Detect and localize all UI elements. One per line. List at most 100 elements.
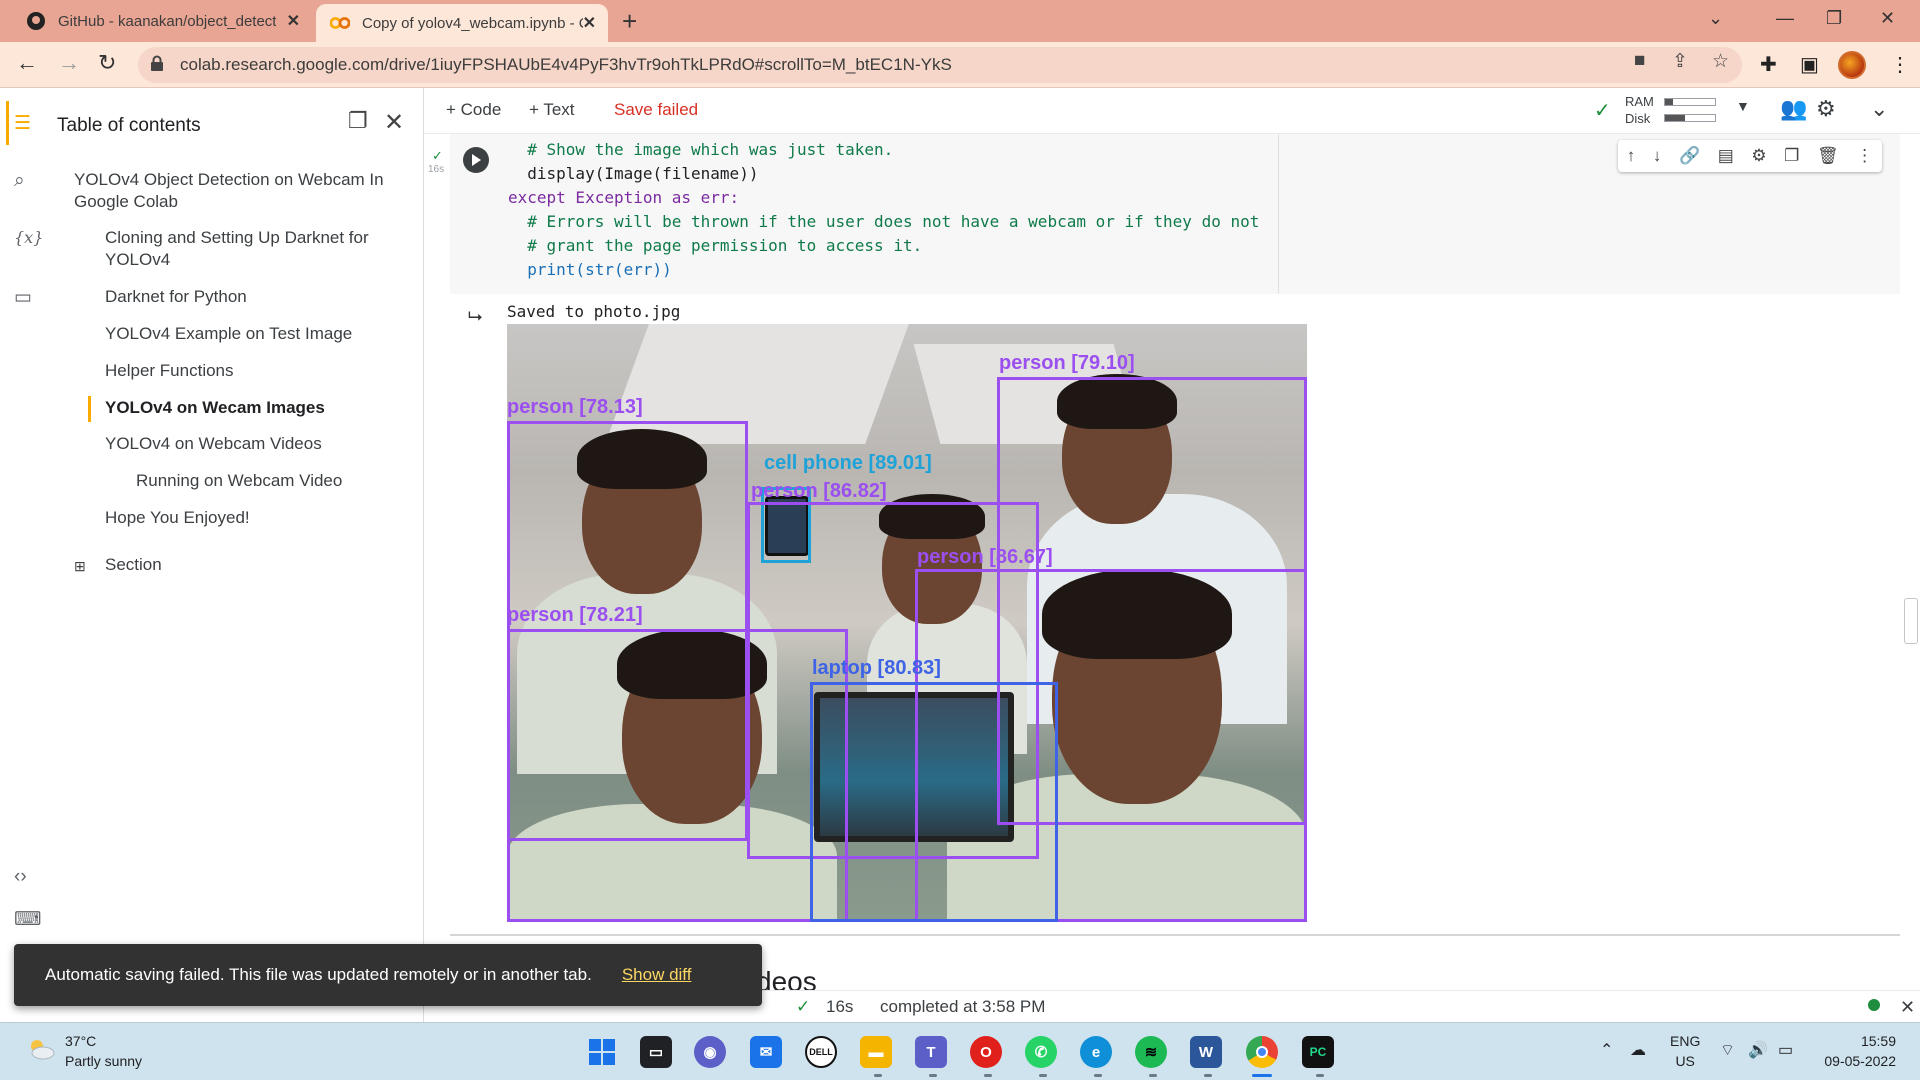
clock-date: 09-05-2022 bbox=[1824, 1053, 1896, 1069]
weather-desc[interactable]: Partly sunny bbox=[65, 1053, 142, 1069]
ram-bar bbox=[1664, 98, 1716, 106]
share-icon[interactable]: ⇪ bbox=[1672, 50, 1688, 73]
close-icon[interactable]: ✕ bbox=[583, 13, 596, 33]
new-tab-icon[interactable]: + bbox=[622, 6, 637, 37]
file-explorer-icon[interactable]: ▬ bbox=[860, 1036, 892, 1068]
extensions-icon[interactable]: ✚ bbox=[1760, 52, 1777, 77]
detection-label: person [86.82] bbox=[751, 480, 887, 502]
spotify-icon[interactable]: ≋ bbox=[1135, 1036, 1167, 1068]
mirror-cell-icon[interactable]: ❐ bbox=[1784, 146, 1799, 166]
add-section-icon[interactable]: ⊞ bbox=[74, 555, 86, 577]
toc-item[interactable]: Helper Functions bbox=[105, 360, 234, 382]
show-diff-link[interactable]: Show diff bbox=[622, 965, 692, 985]
connected-check-icon: ✓ bbox=[1594, 100, 1611, 122]
forward-icon[interactable]: → bbox=[58, 50, 80, 76]
add-text-button[interactable]: + Text bbox=[529, 100, 575, 120]
word-icon[interactable]: W bbox=[1190, 1036, 1222, 1068]
save-status[interactable]: Save failed bbox=[614, 100, 698, 120]
tab-github[interactable]: GitHub - kaanakan/object_detect ✕ bbox=[12, 0, 312, 42]
side-panel-icon[interactable]: ▣ bbox=[1800, 52, 1819, 77]
windows-start-icon[interactable] bbox=[586, 1036, 618, 1068]
toc-item-active[interactable]: YOLOv4 on Wecam Images bbox=[105, 397, 325, 419]
settings-gear-icon[interactable]: ⚙ bbox=[1816, 96, 1836, 122]
toc-item[interactable]: YOLOv4 Example on Test Image bbox=[105, 323, 352, 345]
running-indicator bbox=[1149, 1074, 1157, 1077]
toc-item[interactable]: Cloning and Setting Up Darknet for YOLOv… bbox=[105, 227, 395, 271]
scrollbar-thumb[interactable] bbox=[1904, 598, 1918, 644]
dell-icon[interactable]: DELL bbox=[805, 1036, 837, 1068]
link-icon[interactable]: 🔗 bbox=[1679, 146, 1700, 166]
move-up-icon[interactable]: ↑ bbox=[1627, 146, 1636, 166]
detection-image: person [79.10] person [78.13] cell phone… bbox=[507, 324, 1307, 922]
detection-label: person [86.67] bbox=[917, 546, 1053, 568]
tab-colab[interactable]: Copy of yolov4_webcam.ipynb - C ✕ bbox=[316, 4, 608, 42]
collapse-header-icon[interactable]: ⌄ bbox=[1870, 96, 1888, 122]
toc-active-indicator bbox=[88, 396, 91, 422]
task-view-icon[interactable]: ▭ bbox=[640, 1036, 672, 1068]
browser-menu-icon[interactable]: ⋮ bbox=[1890, 52, 1910, 77]
clock[interactable]: 15:59 09-05-2022 bbox=[1816, 1031, 1896, 1071]
delete-icon[interactable]: 🗑 bbox=[1817, 146, 1839, 166]
onedrive-icon[interactable]: ☁ bbox=[1630, 1040, 1646, 1060]
toc-section-button[interactable]: Section bbox=[105, 554, 162, 576]
share-people-icon[interactable]: 👥 bbox=[1780, 96, 1807, 122]
weather-temp[interactable]: 37°C bbox=[65, 1033, 96, 1049]
close-icon[interactable]: ✕ bbox=[384, 108, 404, 137]
toc-item[interactable]: YOLOv4 on Webcam Videos bbox=[105, 433, 322, 455]
search-icon[interactable]: ⌕ bbox=[14, 170, 25, 192]
ram-label: RAM bbox=[1625, 94, 1654, 109]
chrome-icon[interactable] bbox=[1246, 1036, 1278, 1068]
status-text[interactable]: completed at 3:58 PM bbox=[880, 997, 1045, 1017]
teams-icon[interactable]: T bbox=[915, 1036, 947, 1068]
toc-item[interactable]: Running on Webcam Video bbox=[136, 470, 342, 492]
open-in-tab-icon[interactable]: ❐ bbox=[348, 108, 368, 134]
battery-icon[interactable]: ▭ bbox=[1778, 1040, 1793, 1060]
edge-icon[interactable]: e bbox=[1080, 1036, 1112, 1068]
tab-search-icon[interactable]: ⌄ bbox=[1708, 8, 1723, 29]
notebook-toolbar: + Code + Text Save failed ✓ RAM Disk ▼ 👥… bbox=[424, 88, 1920, 134]
profile-avatar[interactable] bbox=[1838, 51, 1866, 79]
run-cell-button[interactable] bbox=[463, 147, 489, 173]
bookmark-star-icon[interactable]: ☆ bbox=[1712, 50, 1729, 73]
code-snippets-icon[interactable]: ‹› bbox=[14, 866, 27, 888]
tray-overflow-icon[interactable]: ⌃ bbox=[1600, 1040, 1613, 1060]
output-icon[interactable]: ⮡ bbox=[468, 306, 482, 327]
comment-icon[interactable]: ▤ bbox=[1718, 146, 1734, 166]
toc-icon[interactable]: ☰ bbox=[14, 112, 31, 135]
add-code-button[interactable]: + Code bbox=[446, 100, 501, 120]
close-icon[interactable]: ✕ bbox=[1900, 997, 1915, 1018]
close-icon[interactable]: ✕ bbox=[287, 11, 300, 31]
close-window-icon[interactable]: ✕ bbox=[1880, 8, 1895, 29]
toc-item[interactable]: Hope You Enjoyed! bbox=[105, 507, 250, 529]
wifi-icon[interactable]: ⌔ bbox=[1720, 1040, 1735, 1060]
address-bar[interactable]: colab.research.google.com/drive/1iuyFPSH… bbox=[138, 47, 1742, 83]
more-icon[interactable]: ⋮ bbox=[1856, 146, 1873, 166]
restore-icon[interactable]: ❐ bbox=[1826, 8, 1842, 29]
files-icon[interactable]: ▭ bbox=[14, 286, 32, 309]
chat-icon[interactable]: ◉ bbox=[694, 1036, 726, 1068]
weather-icon[interactable] bbox=[26, 1037, 56, 1061]
variables-icon[interactable]: {x} bbox=[14, 228, 43, 247]
toc-item[interactable]: Darknet for Python bbox=[105, 286, 247, 308]
code-line: # Show the image which was just taken. bbox=[508, 140, 894, 159]
volume-icon[interactable]: 🔊 bbox=[1748, 1040, 1768, 1060]
code-editor[interactable]: # Show the image which was just taken. d… bbox=[508, 138, 1259, 282]
mail-icon[interactable]: ✉ bbox=[750, 1036, 782, 1068]
pycharm-icon[interactable]: PC bbox=[1302, 1036, 1334, 1068]
language-indicator[interactable]: ENG US bbox=[1670, 1031, 1700, 1071]
whatsapp-icon[interactable]: ✆ bbox=[1025, 1036, 1057, 1068]
resource-monitor[interactable]: RAM Disk bbox=[1625, 93, 1654, 127]
opera-icon[interactable]: O bbox=[970, 1036, 1002, 1068]
cell-settings-icon[interactable]: ⚙ bbox=[1751, 146, 1766, 166]
back-icon[interactable]: ← bbox=[16, 50, 38, 76]
minimize-icon[interactable]: — bbox=[1776, 8, 1794, 29]
code-line: display(Image(filename)) bbox=[508, 164, 759, 183]
runtime-dropdown-icon[interactable]: ▼ bbox=[1736, 98, 1750, 114]
left-rail: ☰ ⌕ {x} ▭ ‹› ⌨ bbox=[0, 88, 52, 1038]
command-palette-icon[interactable]: ⌨ bbox=[14, 908, 41, 931]
camera-icon[interactable]: ■ bbox=[1634, 50, 1645, 72]
tab-label: Copy of yolov4_webcam.ipynb - C bbox=[362, 14, 583, 32]
move-down-icon[interactable]: ↓ bbox=[1653, 146, 1662, 166]
reload-icon[interactable]: ↻ bbox=[98, 50, 116, 76]
toc-item[interactable]: YOLOv4 Object Detection on Webcam In Goo… bbox=[74, 169, 404, 213]
